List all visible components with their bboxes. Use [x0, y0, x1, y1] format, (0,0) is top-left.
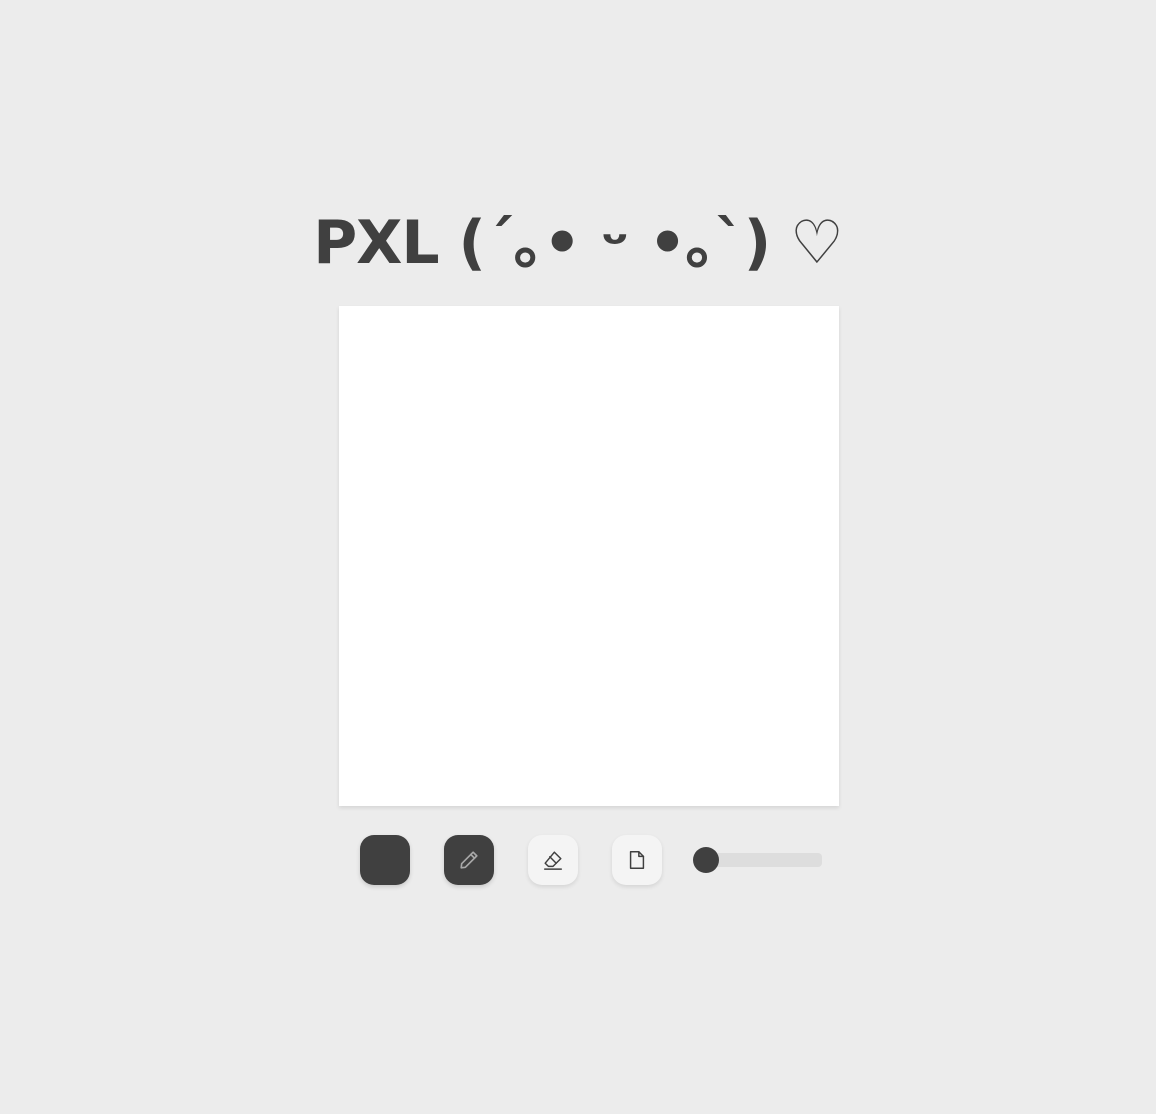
toolbar — [0, 835, 1156, 885]
new-page-icon — [626, 849, 648, 871]
slider-thumb[interactable] — [693, 847, 719, 873]
color-picker-button[interactable] — [360, 835, 410, 885]
drawing-canvas[interactable] — [339, 306, 839, 806]
new-page-button[interactable] — [612, 835, 662, 885]
page-title: PXL (´｡• ᵕ •｡`) ♡ — [313, 208, 844, 278]
pencil-button[interactable] — [444, 835, 494, 885]
slider-track — [706, 853, 822, 867]
pencil-icon — [458, 849, 480, 871]
eraser-button[interactable] — [528, 835, 578, 885]
app: PXL (´｡• ᵕ •｡`) ♡ — [0, 0, 1156, 1114]
brush-size-slider[interactable] — [692, 847, 822, 873]
eraser-icon — [542, 849, 564, 871]
